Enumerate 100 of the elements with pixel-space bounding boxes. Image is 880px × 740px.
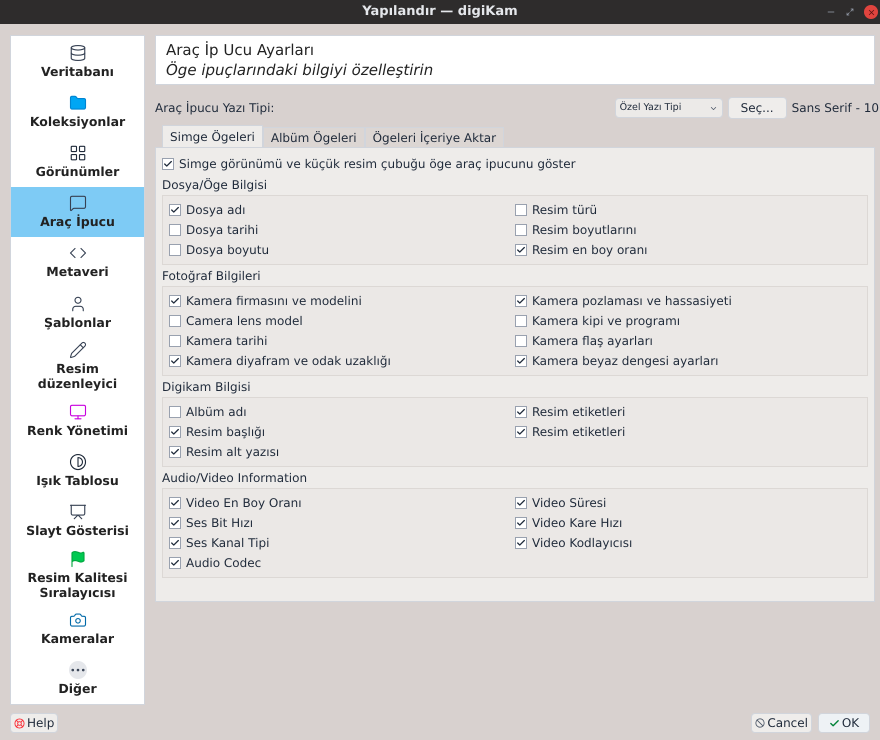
checkbox-label: Ses Bit Hızı — [186, 515, 254, 532]
checkbox[interactable] — [169, 204, 181, 216]
checkbox[interactable] — [169, 537, 181, 549]
checkbox[interactable] — [515, 517, 527, 529]
sidebar-item[interactable]: Kameralar — [11, 604, 144, 654]
checkbox[interactable] — [515, 204, 527, 216]
sidebar-item[interactable]: Şablonlar — [11, 286, 144, 338]
checkbox-label: Kamera tarihi — [186, 333, 268, 350]
checkbox[interactable] — [515, 295, 527, 307]
sidebar-item[interactable]: Renk Yönetimi — [11, 395, 144, 446]
checkbox-label: Video Kodlayıcısı — [532, 535, 632, 552]
restore-icon[interactable] — [846, 8, 854, 16]
choose-font-button[interactable]: Seç... — [728, 97, 787, 119]
check-icon — [828, 718, 840, 728]
checkbox-label: Albüm adı — [186, 404, 247, 421]
checkbox[interactable] — [169, 517, 181, 529]
group-title: Digikam Bilgisi — [162, 379, 252, 396]
monitor-icon — [68, 402, 86, 421]
checkbox[interactable] — [515, 426, 527, 438]
sidebar-item[interactable]: Görünümler — [11, 136, 144, 187]
sidebar-item[interactable]: Araç İpucu — [11, 186, 144, 237]
checkbox-label: Video Süresi — [532, 495, 606, 512]
checkbox-label: Ses Kanal Tipi — [186, 535, 270, 552]
checkbox-label: Dosya adı — [186, 202, 246, 219]
sidebar-item[interactable]: Veritabanı — [11, 36, 144, 86]
checkbox-label: Resim başlığı — [186, 424, 266, 441]
grid-icon — [68, 144, 86, 162]
group-title: Dosya/Öge Bilgisi — [162, 177, 268, 194]
checkbox[interactable] — [169, 244, 181, 256]
checkbox-label: Resim etiketleri — [532, 424, 626, 441]
checkbox[interactable] — [162, 158, 174, 170]
checkbox-label: Camera lens model — [186, 313, 303, 330]
help-icon — [14, 718, 25, 728]
checkbox-label: Kamera flaş ayarları — [532, 333, 653, 350]
checkbox[interactable] — [515, 497, 527, 509]
help-button[interactable]: Help — [10, 713, 58, 733]
close-icon — [866, 8, 876, 16]
sidebar-item[interactable]: Resim düzenleyici — [11, 337, 144, 396]
checkbox[interactable] — [169, 446, 181, 458]
checkbox[interactable] — [169, 497, 181, 509]
checkbox-label: Kamera beyaz dengesi ayarları — [532, 353, 718, 370]
checkbox[interactable] — [515, 335, 527, 347]
sidebar-item[interactable]: Diğer — [11, 654, 144, 704]
checkbox-label: Resim en boy oranı — [532, 242, 648, 259]
checkbox-label: Video Kare Hızı — [532, 515, 622, 532]
checkbox-label: Resim alt yazısı — [186, 444, 280, 461]
folder-icon — [68, 94, 86, 112]
pencil-icon — [68, 341, 86, 360]
checkbox-label: Dosya tarihi — [186, 222, 258, 239]
sidebar-item[interactable]: Slayt Gösterisi — [11, 496, 144, 546]
tab[interactable]: Simge Ögeleri — [162, 125, 263, 147]
group-title: Fotoğraf Bilgileri — [162, 268, 262, 285]
checkbox-label: Resim türü — [532, 202, 598, 219]
checkbox-label: Kamera firmasını ve modelini — [186, 293, 362, 310]
checkbox[interactable] — [169, 295, 181, 307]
checkbox[interactable] — [169, 335, 181, 347]
tab[interactable]: Albüm Ögeleri — [262, 127, 365, 147]
font-label: Araç İpucu Yazı Tipi: — [155, 100, 274, 117]
group-title: Audio/Video Information — [162, 470, 308, 487]
page-title: Araç İp Ucu Ayarları — [166, 40, 316, 60]
checkbox[interactable] — [515, 355, 527, 367]
font-dropdown[interactable]: Özel Yazı Tipi — [614, 98, 723, 118]
checkbox-label: Kamera diyafram ve odak uzaklığı — [186, 353, 391, 370]
checkbox[interactable] — [515, 244, 527, 256]
info-bubble-icon — [68, 194, 86, 212]
checkbox[interactable] — [515, 315, 527, 327]
database-icon — [68, 44, 86, 62]
window-title: Yapılandır — digiKam — [362, 3, 518, 22]
checkbox[interactable] — [169, 224, 181, 236]
presentation-icon — [68, 503, 86, 522]
cancel-button[interactable]: Cancel — [751, 713, 812, 733]
close-button[interactable] — [864, 5, 878, 19]
checkbox-label: Resim boyutlarını — [532, 222, 637, 239]
cancel-icon — [755, 718, 766, 728]
checkbox[interactable] — [515, 406, 527, 418]
camera-icon — [68, 611, 86, 630]
checkbox-label: Kamera pozlaması ve hassasiyeti — [532, 293, 732, 310]
checkbox[interactable] — [169, 426, 181, 438]
page-subtitle: Öge ipuçlarındaki bilgiyi özelleştirin — [166, 60, 434, 80]
checkbox[interactable] — [169, 315, 181, 327]
checkbox-label: Simge görünümü ve küçük resim çubuğu öge araç ipucunu göster — [179, 156, 576, 173]
checkbox-label: Dosya boyutu — [186, 242, 270, 259]
checkbox[interactable] — [515, 224, 527, 236]
font-value: Sans Serif - 10 — [792, 100, 879, 117]
sidebar-item[interactable]: Metaveri — [11, 236, 144, 287]
more-icon — [68, 661, 86, 680]
sidebar-item[interactable]: Koleksiyonlar — [11, 86, 144, 136]
ok-button[interactable]: OK — [818, 713, 870, 733]
checkbox[interactable] — [169, 406, 181, 418]
checkbox-label: Video En Boy Oranı — [186, 495, 302, 512]
checkbox[interactable] — [169, 355, 181, 367]
tab[interactable]: Ögeleri İçeriye Aktar — [364, 127, 504, 147]
checkbox-label: Resim etiketleri — [532, 404, 626, 421]
checkbox-label: Kamera kipi ve programı — [532, 313, 680, 330]
sidebar-item[interactable]: Resim Kalitesi Sıralayıcısı — [11, 546, 144, 604]
checkbox[interactable] — [169, 557, 181, 569]
half-circle-icon — [68, 452, 86, 471]
checkbox[interactable] — [515, 537, 527, 549]
flag-icon — [68, 550, 86, 568]
sidebar-item[interactable]: Işık Tablosu — [11, 445, 144, 496]
